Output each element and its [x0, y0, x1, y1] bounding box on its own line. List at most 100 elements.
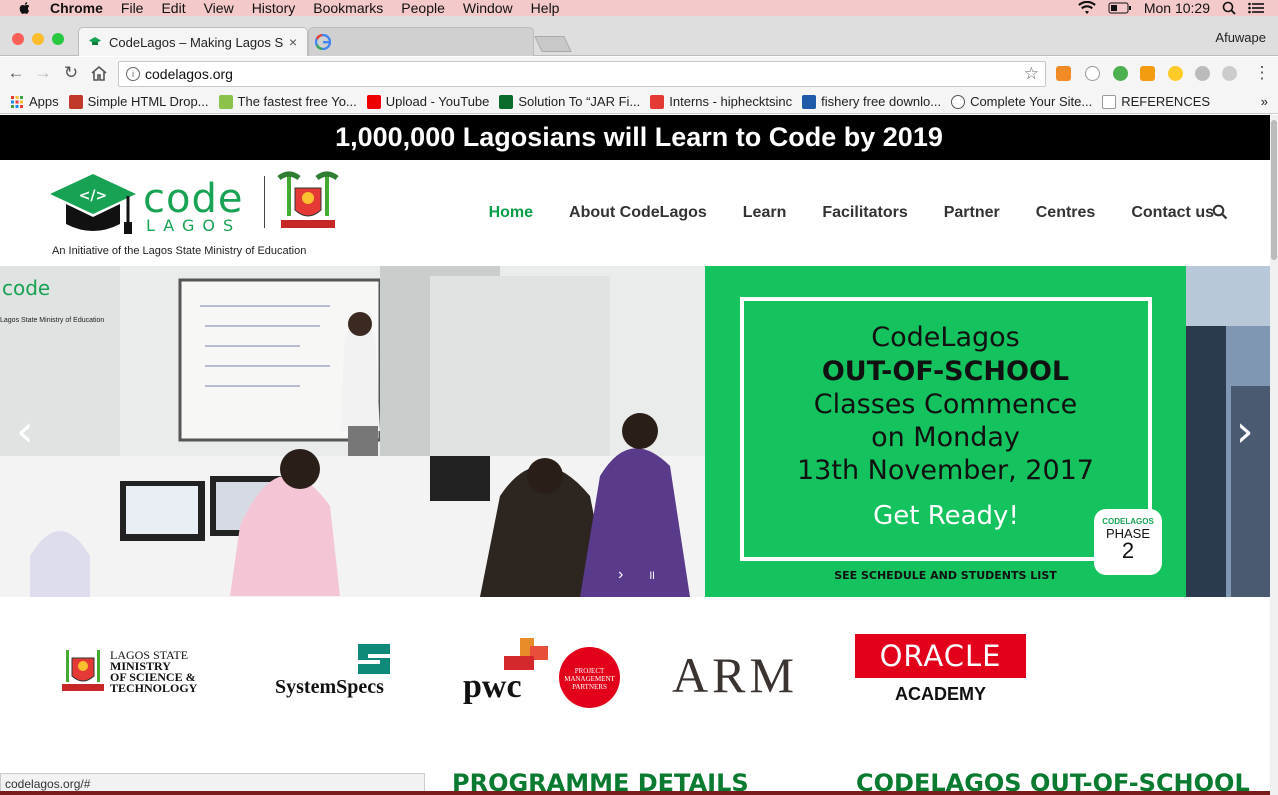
schedule-link[interactable]: SEE SCHEDULE AND STUDENTS LIST [705, 569, 1186, 582]
codelagos-logo-cap-icon[interactable]: </> [48, 172, 138, 242]
systemspecs-logo[interactable]: SystemSpecs [275, 676, 384, 699]
search-icon[interactable] [1212, 204, 1228, 220]
spotlight-search-icon[interactable] [1222, 1, 1236, 15]
apps-grid-icon [11, 95, 23, 108]
menu-people[interactable]: People [401, 0, 445, 16]
new-tab-button[interactable] [534, 36, 572, 52]
extension-toolbox-icon[interactable] [1140, 66, 1155, 81]
window-minimize-button[interactable] [32, 33, 44, 45]
menu-help[interactable]: Help [531, 0, 560, 16]
menu-app-name[interactable]: Chrome [50, 0, 103, 16]
lagos-state-crest-icon [277, 171, 339, 228]
tab-new-tab[interactable] [308, 27, 534, 56]
bookmark-favicon-icon [802, 94, 817, 109]
apple-icon[interactable] [18, 1, 32, 15]
classroom-photo [0, 266, 705, 597]
hero-slider[interactable]: code Lagos State Ministry of Education C… [0, 266, 1278, 597]
tab-close-icon[interactable]: × [289, 34, 297, 50]
systemspecs-mark-icon [358, 644, 390, 674]
site-info-icon[interactable]: i [126, 67, 140, 81]
bookmark-favicon-icon [218, 94, 233, 109]
bookmark-references[interactable]: REFERENCES [1102, 94, 1210, 109]
extension-skype-icon[interactable] [1195, 66, 1210, 81]
web-page: 1,000,000 Lagosians will Learn to Code b… [0, 115, 1278, 795]
extension-gray-icon[interactable] [1222, 66, 1237, 81]
extension-timer-icon[interactable] [1168, 66, 1183, 81]
back-arrow-icon[interactable]: ← [6, 63, 26, 83]
menu-edit[interactable]: Edit [161, 0, 185, 16]
nav-facilitators[interactable]: Facilitators [822, 204, 907, 222]
oracle-logo[interactable]: ORACLE [855, 634, 1026, 678]
battery-icon[interactable] [1108, 2, 1132, 14]
menu-history[interactable]: History [252, 0, 296, 16]
bookmark-jar-solution[interactable]: Solution To “JAR Fi... [499, 94, 640, 109]
menu-bookmarks[interactable]: Bookmarks [313, 0, 383, 16]
bookmark-simple-html[interactable]: Simple HTML Drop... [68, 94, 209, 109]
phase-badge-number: 2 [1121, 538, 1135, 563]
browser-toolbar: ← → ↻ i codelagos.org ☆ ⋮ [0, 57, 1278, 90]
bookmark-favicon-icon [499, 94, 514, 109]
reload-icon[interactable]: ↻ [61, 63, 81, 83]
menubar-clock[interactable]: Mon 10:29 [1144, 0, 1210, 16]
bookmark-interns[interactable]: Interns - hiphecktsinc [650, 94, 792, 109]
slider-play-icon[interactable]: › [618, 566, 623, 584]
menu-view[interactable]: View [204, 0, 234, 16]
page-scrollbar[interactable] [1270, 115, 1278, 795]
oracle-wordmark: ORACLE [879, 639, 1002, 673]
youtube-icon [366, 94, 381, 109]
nav-centres[interactable]: Centres [1036, 204, 1096, 222]
notification-list-icon[interactable] [1248, 2, 1264, 14]
bookmark-fastest-free[interactable]: The fastest free Yo... [218, 94, 357, 109]
window-close-button[interactable] [12, 33, 24, 45]
menu-file[interactable]: File [121, 0, 144, 16]
lagos-ministry-logo[interactable]: LAGOS STATE MINISTRY OF SCIENCE & TECHNO… [110, 649, 198, 695]
page-icon [1102, 94, 1117, 109]
slider-next-arrow-icon[interactable]: › [1236, 406, 1254, 457]
nav-partner[interactable]: Partner [944, 204, 1000, 222]
bookmark-label: Solution To “JAR Fi... [518, 94, 641, 109]
chrome-menu-icon[interactable]: ⋮ [1252, 63, 1272, 83]
main-navigation: Home About CodeLagos Learn Facilitators … [489, 204, 1214, 222]
partners-row: LAGOS STATE MINISTRY OF SCIENCE & TECHNO… [0, 632, 1278, 732]
slider-prev-arrow-icon[interactable]: ‹ [16, 406, 34, 457]
tab-title: CodeLagos – Making Lagos S [109, 34, 284, 50]
bookmark-label: Simple HTML Drop... [87, 94, 209, 109]
svg-text:</>: </> [79, 188, 108, 204]
wifi-icon[interactable] [1078, 1, 1096, 15]
bookmarks-overflow-icon[interactable]: » [1261, 94, 1268, 109]
extension-hiring-icon[interactable] [1085, 66, 1100, 81]
bookmark-fishery[interactable]: fishery free downlo... [802, 94, 941, 109]
pwc-logo[interactable]: pwc [463, 668, 522, 706]
bookmark-label: Complete Your Site... [970, 94, 1093, 109]
tab-codelagos[interactable]: CodeLagos – Making Lagos S × [78, 27, 308, 56]
lagos-ministry-line4: TECHNOLOGY [110, 681, 198, 695]
slider-pause-icon[interactable]: ॥ [648, 566, 655, 583]
bookmark-complete-site[interactable]: Complete Your Site... [951, 94, 1092, 109]
nav-learn[interactable]: Learn [743, 204, 787, 222]
arm-logo[interactable]: ARM [672, 650, 798, 700]
bookmark-youtube[interactable]: Upload - YouTube [366, 94, 489, 109]
bookmark-star-icon[interactable]: ☆ [1024, 64, 1039, 84]
extension-chat-icon[interactable] [1113, 66, 1128, 81]
nav-about[interactable]: About CodeLagos [569, 204, 707, 222]
phase-badge-top: CODELAGOS [1102, 517, 1154, 526]
address-bar[interactable]: i codelagos.org ☆ [118, 61, 1046, 87]
nav-home[interactable]: Home [489, 204, 533, 222]
bookmarks-bar: Apps Simple HTML Drop... The fastest fre… [0, 90, 1278, 114]
logo-lagos-text[interactable]: LAGOS [146, 216, 241, 235]
forward-arrow-icon[interactable]: → [33, 63, 53, 83]
scrollbar-thumb[interactable] [1271, 120, 1277, 260]
macos-menubar: Chrome File Edit View History Bookmarks … [0, 0, 1278, 16]
pwc-partner-badge: PROJECT MANAGEMENT PARTNERS [559, 647, 620, 708]
profile-name[interactable]: Afuwape [1215, 30, 1266, 45]
pwc-blocks-icon [504, 638, 548, 670]
window-zoom-button[interactable] [52, 33, 64, 45]
bookmark-apps[interactable]: Apps [10, 94, 59, 109]
lagos-ministry-crest-icon [62, 650, 104, 691]
menu-window[interactable]: Window [463, 0, 513, 16]
extension-1-icon[interactable] [1056, 66, 1071, 81]
phase-badge: CODELAGOS PHASE 2 [1094, 509, 1162, 575]
hero-line-4: on Monday [871, 422, 1020, 453]
home-icon[interactable] [90, 65, 108, 82]
nav-contact[interactable]: Contact us [1131, 204, 1214, 222]
